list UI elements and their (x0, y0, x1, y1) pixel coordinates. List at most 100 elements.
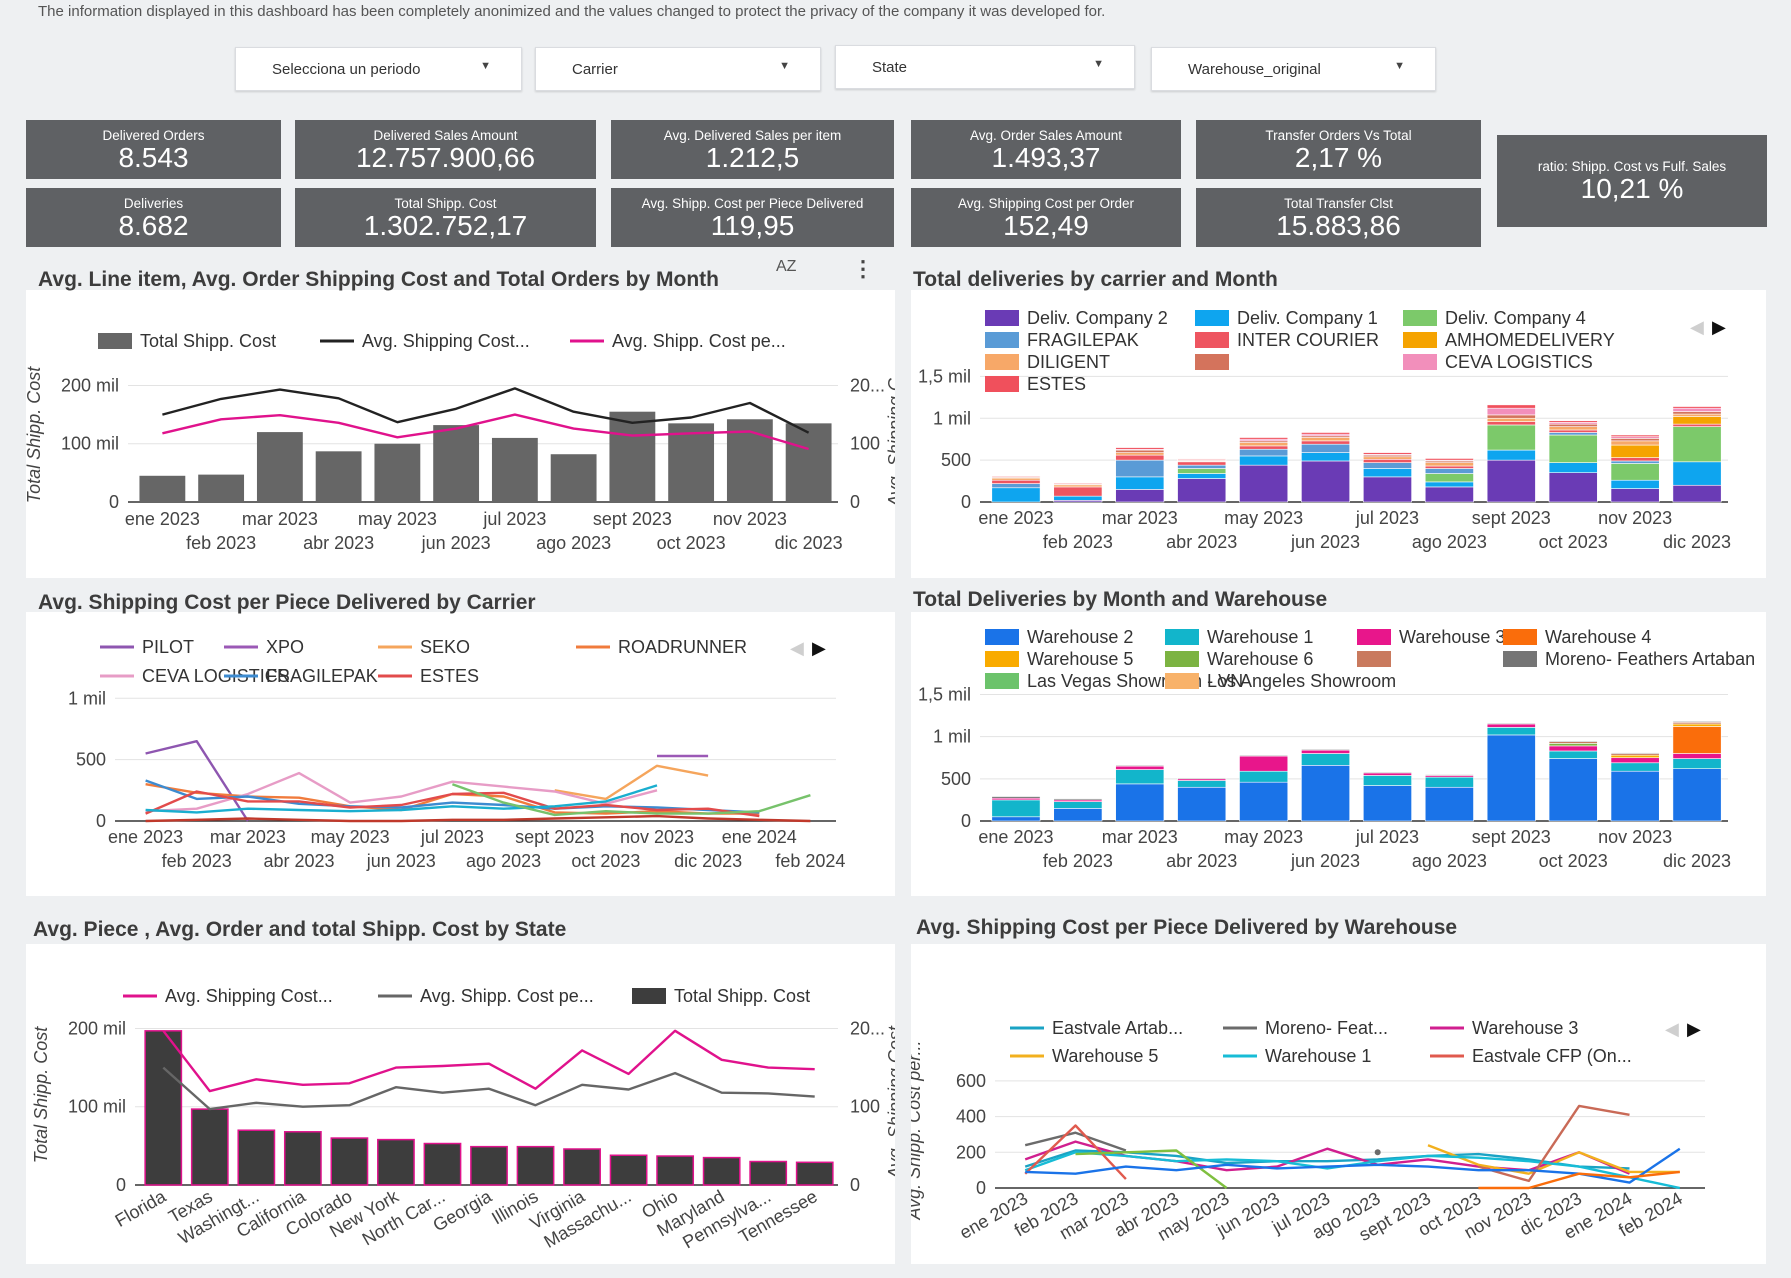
period-filter-dropdown[interactable]: Selecciona un periodo ▼ (235, 47, 522, 91)
bar (550, 454, 597, 502)
legend-label: FRAGILEPAK (266, 666, 378, 686)
legend-label: Deliv. Company 1 (1237, 308, 1378, 328)
legend-swatch (1503, 651, 1537, 667)
legend-label: Moreno- Feathers Artaban (1545, 649, 1755, 669)
bar (702, 1156, 741, 1186)
y-tick-label: 200 mil (68, 1018, 126, 1038)
bar-segment (1424, 481, 1474, 488)
y-tick-label: 0 (976, 1178, 986, 1198)
legend-swatch (985, 332, 1019, 348)
y-tick-label: 1 mil (933, 727, 971, 747)
bar-segment (991, 799, 1041, 818)
x-tick-label: jul 2023 (482, 509, 546, 529)
kpi-value: 2,17 % (1294, 142, 1383, 173)
bar (237, 1129, 276, 1186)
bar (491, 437, 538, 502)
x-tick-label: feb 2023 (162, 851, 232, 871)
x-tick-label: dic 2023 (674, 851, 742, 871)
y2-tick-label: 100 (850, 434, 880, 454)
x-tick-label: ago 2023 (1412, 532, 1487, 552)
x-tick-label: mar 2023 (1102, 827, 1178, 847)
bar-segment (1301, 460, 1350, 503)
x-tick-label: dic 2023 (1663, 532, 1731, 552)
x-tick-label: oct 2023 (1539, 851, 1608, 871)
legend-label: Eastvale Artab... (1052, 1018, 1183, 1038)
x-tick-label: jul 2023 (1355, 508, 1419, 528)
carrier-filter-dropdown[interactable]: Carrier ▼ (535, 47, 821, 91)
series-line (451, 783, 811, 817)
sort-az-icon[interactable]: AZ (776, 258, 796, 276)
bar-segment (1239, 464, 1289, 503)
bar (144, 1030, 183, 1186)
legend-label: ROADRUNNER (618, 637, 747, 657)
bar-segment (1548, 745, 1598, 752)
x-tick-label: sept 2023 (593, 509, 672, 529)
bar-segment (1672, 726, 1722, 754)
warehouse-filter-label: Warehouse_original (1188, 61, 1321, 78)
legend-swatch (985, 651, 1019, 667)
bar-segment (1610, 757, 1660, 764)
bar-segment (1610, 754, 1660, 759)
bar-segment (1239, 754, 1289, 757)
kpi-delivered-sales-amount: Delivered Sales Amount 12.757.900,66 (295, 120, 596, 179)
y-tick-label: 0 (961, 492, 971, 512)
kpi-avg-shipp-cost-piece: Avg. Shipp. Cost per Piece Delivered 119… (611, 188, 894, 247)
x-tick-label: sept 2023 (1472, 508, 1551, 528)
y-tick-label: 0 (96, 811, 106, 831)
x-tick-label: abr 2023 (303, 533, 374, 553)
bar (256, 432, 303, 502)
bar-segment (1486, 417, 1536, 422)
legend-swatch (985, 673, 1019, 689)
kpi-value: 10,21 % (1580, 173, 1684, 204)
legend-label: XPO (266, 637, 304, 657)
legend-swatch (1403, 310, 1437, 326)
bar-segment (1548, 434, 1598, 463)
kpi-label: Avg. Order Sales Amount (969, 128, 1123, 143)
x-tick-label: mar 2023 (210, 827, 286, 847)
warehouse-filter-dropdown[interactable]: Warehouse_original ▼ (1151, 47, 1436, 91)
x-tick-label: ene 2023 (125, 509, 200, 529)
series-point (1374, 1149, 1381, 1156)
bar-segment (1610, 488, 1660, 503)
bar-segment (991, 483, 1041, 489)
bar-segment (1301, 765, 1350, 822)
bar-segment (1672, 413, 1722, 417)
bar-segment (1548, 423, 1598, 427)
bar-segment (1301, 443, 1350, 453)
x-tick-label: sept 2023 (515, 827, 594, 847)
legend-label: AMHOMEDELIVERY (1445, 330, 1615, 350)
bar-segment (1301, 748, 1350, 751)
bar-segment (1486, 424, 1536, 451)
x-tick-label: nov 2023 (1598, 508, 1672, 528)
bar-segment (1239, 781, 1289, 822)
bar-segment (1424, 458, 1474, 461)
bar (190, 1108, 229, 1186)
chevron-down-icon: ▼ (1394, 60, 1405, 72)
bar-segment (1053, 484, 1103, 488)
bar-segment (1301, 437, 1350, 442)
bar (563, 1148, 601, 1186)
legend-label: Warehouse 3 (1399, 627, 1505, 647)
legend-swatch (985, 310, 1019, 326)
bar-segment (1486, 414, 1536, 419)
x-tick-label: ene 2024 (722, 827, 797, 847)
bar-segment (1301, 753, 1350, 766)
legend-swatch (985, 354, 1019, 370)
bar-segment (1610, 438, 1660, 442)
bar-segment (1610, 457, 1660, 462)
x-tick-label: dic 2023 (775, 533, 843, 553)
legend-label: Warehouse 1 (1265, 1046, 1371, 1066)
bar-segment (1239, 437, 1289, 440)
bar-segment (1053, 798, 1103, 801)
bar-segment (1363, 775, 1412, 786)
more-options-icon[interactable]: ⋮ (852, 256, 874, 282)
bar (374, 443, 421, 502)
state-filter-dropdown[interactable]: State ▼ (835, 45, 1135, 89)
x-tick-label: ene 2023 (978, 508, 1053, 528)
bar-segment (1177, 478, 1227, 503)
y-axis-title: Avg. Shipp. Cost per... (911, 1040, 924, 1220)
bar-segment (1363, 458, 1412, 463)
bar-segment (1115, 765, 1165, 767)
legend-label: CEVA LOGISTICS (1445, 352, 1593, 372)
bar (795, 1161, 834, 1186)
